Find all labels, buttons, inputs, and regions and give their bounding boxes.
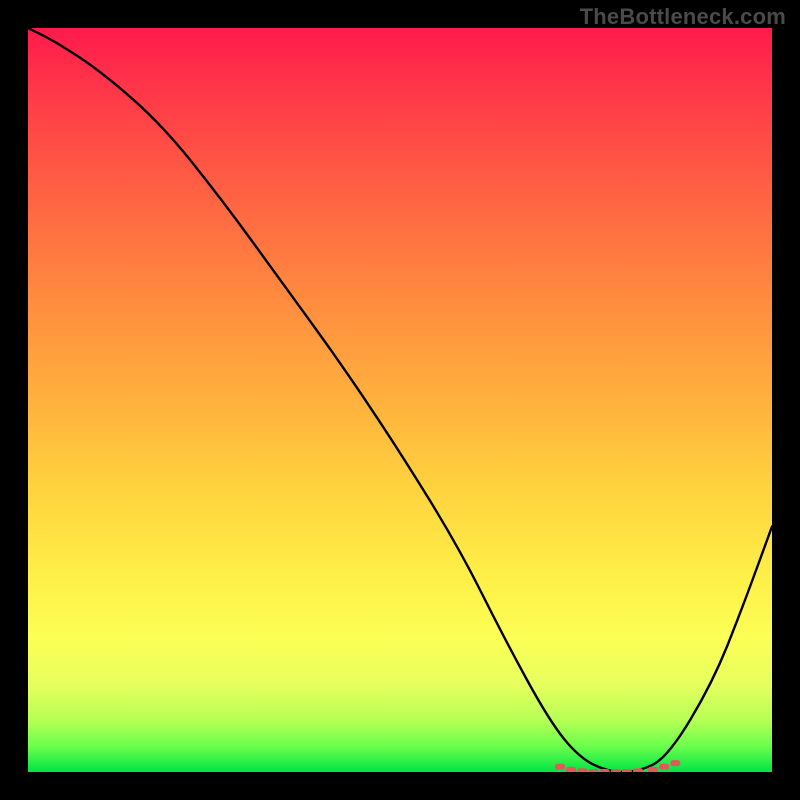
- optimal-dot-group: [555, 760, 680, 772]
- curve-layer: [28, 28, 772, 772]
- optimal-dot: [622, 769, 632, 772]
- optimal-dot: [600, 769, 610, 772]
- optimal-dot: [588, 769, 598, 772]
- optimal-dot: [648, 767, 658, 772]
- plot-area: [28, 28, 772, 772]
- optimal-dot: [555, 764, 565, 770]
- optimal-dot: [566, 767, 576, 772]
- optimal-dot: [670, 760, 680, 766]
- bottleneck-curve-path: [28, 28, 772, 772]
- optimal-dot: [611, 769, 621, 772]
- optimal-dot: [659, 764, 669, 770]
- watermark-text: TheBottleneck.com: [580, 4, 786, 30]
- optimal-dot: [633, 768, 643, 772]
- chart-frame: TheBottleneck.com: [0, 0, 800, 800]
- optimal-dot: [577, 768, 587, 772]
